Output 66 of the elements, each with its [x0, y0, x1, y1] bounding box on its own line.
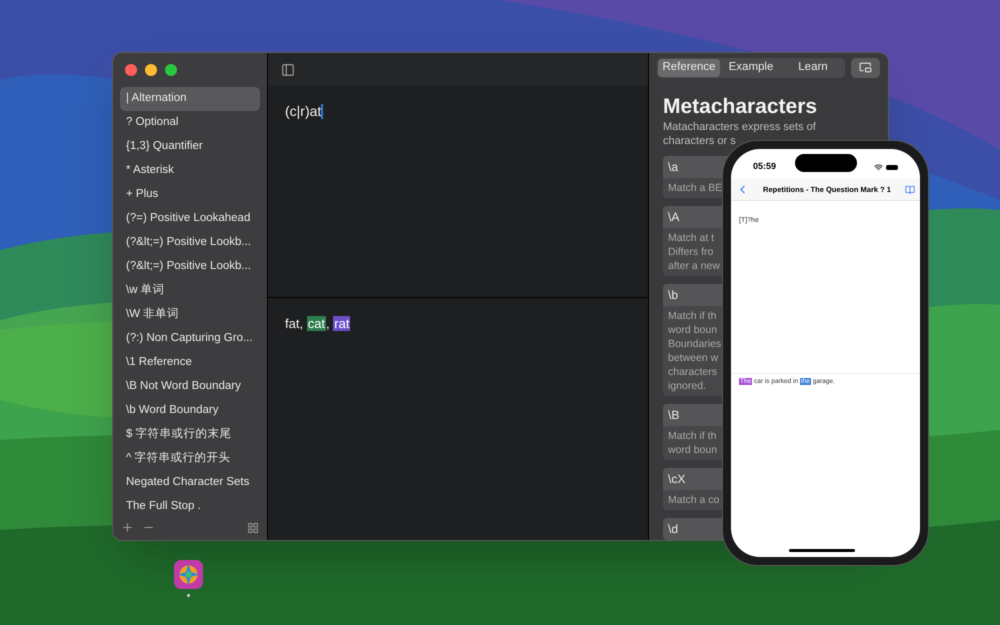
sidebar-item[interactable]: + Plus: [120, 183, 260, 207]
app-icon[interactable]: [174, 560, 203, 589]
sidebar-item[interactable]: ^ 字符串或行的开头: [120, 447, 260, 471]
panel-description: Matacharacters express sets of: [663, 120, 816, 134]
card-text: ignored.: [668, 379, 706, 393]
token-text: \a: [668, 159, 678, 176]
running-indicator: [187, 594, 190, 597]
status-time: 05:59: [753, 160, 776, 174]
sidebar-item[interactable]: The Full Stop .: [120, 495, 260, 519]
sidebar-item[interactable]: {1,3} Quantifier: [120, 135, 260, 159]
sidebar-item[interactable]: | Alternation: [120, 87, 260, 111]
card-text: Match a BE: [668, 181, 722, 195]
match-highlight: cat: [306, 316, 326, 331]
panel-title: Metacharacters: [663, 94, 818, 120]
test-text: fat,: [285, 316, 304, 331]
wifi-icon: [874, 162, 883, 172]
card-text: Match if th: [668, 429, 716, 443]
sidebar-item[interactable]: (?&lt;=) Positive Lookb...: [120, 231, 260, 255]
token-text: \A: [668, 209, 680, 226]
card-text: Match a co: [668, 493, 720, 507]
card-text: Match at t: [668, 231, 714, 245]
tab[interactable]: Learn: [782, 58, 844, 76]
card-text: word boun: [668, 443, 718, 457]
sidebar-item[interactable]: Negated Character Sets: [120, 471, 260, 495]
text-cursor: [321, 104, 324, 120]
sidebar-item[interactable]: ? Optional: [120, 111, 260, 135]
add-icon[interactable]: [121, 521, 134, 534]
card-text: word boun: [668, 323, 718, 337]
card-text: after a new: [668, 259, 720, 273]
tab[interactable]: Reference: [658, 58, 720, 76]
book-icon[interactable]: [905, 184, 915, 194]
minimize-window-icon[interactable]: [145, 64, 157, 76]
card-text: Match if th: [668, 309, 716, 323]
match-highlight: rat: [333, 316, 350, 331]
sidebar-item[interactable]: \1 Reference: [120, 351, 260, 375]
sidebar-item[interactable]: \W 非单词: [120, 303, 260, 327]
test-text: ,: [326, 316, 331, 331]
card-text: between w: [668, 351, 718, 365]
battery-icon: [886, 164, 898, 170]
token-text: \cX: [668, 471, 686, 488]
card-text: Boundaries: [668, 337, 722, 351]
test-string-editor[interactable]: fat, cat, rat: [268, 298, 648, 540]
sidebar-item[interactable]: $ 字符串或行的末尾: [120, 423, 260, 447]
sidebar-item[interactable]: \B Not Word Boundary: [120, 375, 260, 399]
grid-icon[interactable]: [247, 522, 259, 534]
tab[interactable]: Example: [720, 58, 782, 76]
panel-description: characters or s: [663, 134, 736, 148]
close-window-icon[interactable]: [125, 64, 137, 76]
dynamic-island: [795, 154, 857, 172]
sidebar-toggle-icon[interactable]: [281, 62, 295, 76]
picture-in-picture-button[interactable]: [851, 58, 880, 78]
picture-in-picture-icon: [859, 61, 872, 74]
token-text: \b: [668, 287, 678, 304]
sidebar-item[interactable]: \b Word Boundary: [120, 399, 260, 423]
sidebar-item[interactable]: \w 单词: [120, 279, 260, 303]
token-text: \B: [668, 407, 680, 424]
zoom-window-icon[interactable]: [165, 64, 177, 76]
card-text: characters: [668, 365, 718, 379]
card-text: Differs fro: [668, 245, 714, 259]
pattern-text: (c|r)at: [285, 103, 322, 119]
sidebar-item[interactable]: (?:) Non Capturing Gro...: [120, 327, 260, 351]
sidebar-item[interactable]: * Asterisk: [120, 159, 260, 183]
sidebar-item[interactable]: (?&lt;=) Positive Lookb...: [120, 255, 260, 279]
token-text: \d: [668, 521, 678, 538]
sidebar-item[interactable]: (?=) Positive Lookahead: [120, 207, 260, 231]
home-indicator: [789, 549, 855, 552]
